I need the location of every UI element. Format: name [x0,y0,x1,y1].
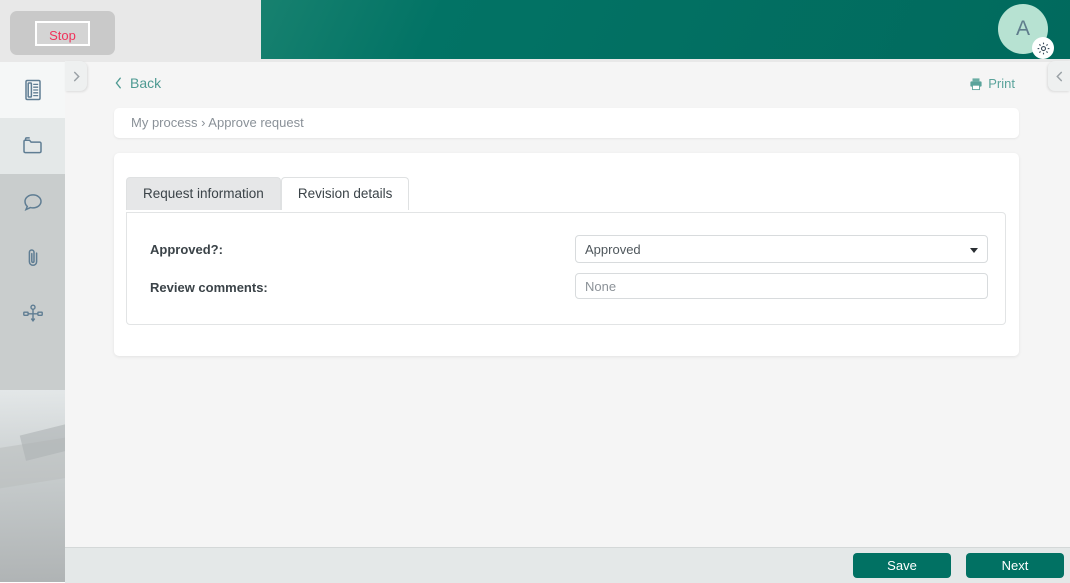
label-approved: Approved?: [150,242,223,257]
sidebar-background-photo [0,390,65,582]
breadcrumb: My process › Approve request [131,115,304,130]
sidebar-item-attachments[interactable] [0,230,65,286]
sidebar-item-comments[interactable] [0,174,65,230]
footer-action-bar: Save Next [65,547,1070,583]
right-panel-collapse-toggle[interactable] [1048,61,1070,91]
next-button[interactable]: Next [966,553,1064,578]
print-button[interactable]: Print [969,76,1015,91]
stop-chip-container: Stop [10,11,115,55]
form-card: Request information Revision details App… [114,153,1019,356]
sidebar-item-workflow[interactable] [0,286,65,342]
back-label: Back [130,75,162,91]
approved-select-value: Approved [585,242,641,257]
approved-select[interactable]: Approved [575,235,988,263]
label-review-comments: Review comments: [150,280,268,295]
control-review-comments [575,273,988,299]
tab-request-information[interactable]: Request information [126,177,281,210]
control-approved: Approved [575,235,988,263]
left-icon-rail [0,62,65,582]
main-content: Back Print My process › Approve request … [65,62,1070,547]
print-label: Print [988,76,1015,91]
content-toolbar: Back Print [65,62,1070,107]
app-header: A [261,0,1070,59]
save-button[interactable]: Save [853,553,951,578]
review-comments-input[interactable] [575,273,988,299]
tab-bar: Request information Revision details [126,177,410,210]
breadcrumb-card: My process › Approve request [114,108,1019,138]
tab-revision-details[interactable]: Revision details [280,177,410,210]
back-button[interactable]: Back [114,75,161,91]
sidebar-item-documents[interactable] [0,118,65,174]
gear-icon[interactable] [1032,37,1054,59]
chevron-down-icon [970,248,978,253]
sidebar-expand-toggle[interactable] [65,61,87,91]
avatar-wrapper: A [998,4,1054,59]
printer-icon [970,77,982,90]
stop-button[interactable]: Stop [35,21,90,46]
chevron-left-icon [115,77,121,89]
tab-panel: Approved?: Approved Review comments: [126,212,1006,325]
sidebar-item-forms[interactable] [0,62,65,118]
